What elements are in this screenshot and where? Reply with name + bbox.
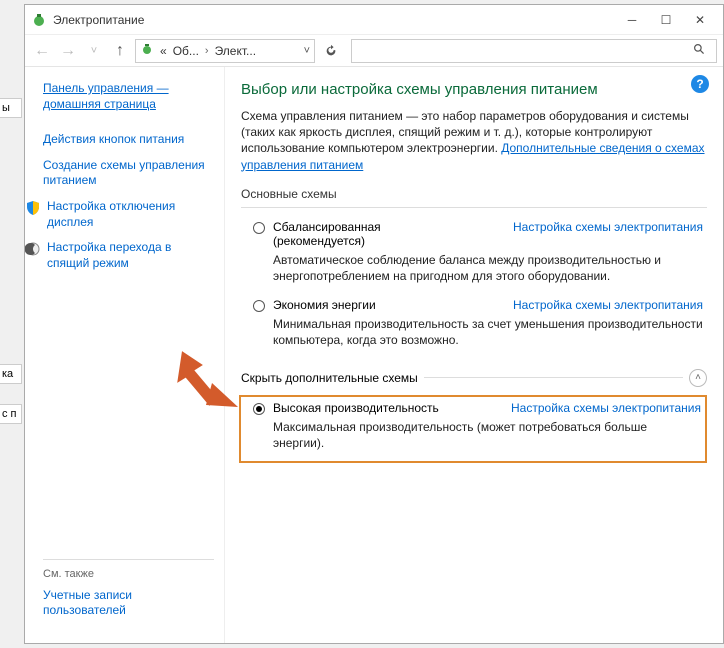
radio-powersaver[interactable] (253, 300, 265, 312)
maximize-button[interactable]: ☐ (649, 6, 683, 34)
shield-icon (25, 200, 41, 216)
configure-balanced-link[interactable]: Настройка схемы электропитания (513, 220, 703, 234)
recent-dropdown[interactable]: ˅ (83, 40, 105, 62)
sidebar-sleep-text: Настройка перехода в спящий режим (47, 240, 171, 271)
configure-powersaver-link[interactable]: Настройка схемы электропитания (513, 298, 703, 312)
sidebar-user-accounts-l1: Учетные записи (43, 588, 132, 602)
collapse-icon[interactable]: ˄ (689, 369, 707, 387)
sidebar-sleep-l1: Настройка перехода в (47, 240, 171, 254)
main-content: ? Выбор или настройка схемы управления п… (225, 67, 723, 643)
body: Панель управления — домашняя страница Де… (25, 67, 723, 643)
plan-powersaver-title: Экономия энергии (273, 298, 376, 312)
plan-powersaver-name[interactable]: Экономия энергии (273, 298, 503, 312)
titlebar: Электропитание ─ ☐ ✕ (25, 5, 723, 35)
section-additional-label: Скрыть дополнительные схемы (241, 371, 418, 385)
sidebar-button-actions[interactable]: Действия кнопок питания (43, 132, 214, 148)
bg-chip: ка (0, 364, 22, 384)
sidebar-sleep-l2: спящий режим (47, 256, 129, 270)
power-options-window: Электропитание ─ ☐ ✕ ← → ˅ ↑ « Об... › Э… (24, 4, 724, 644)
page-description: Схема управления питанием — это набор па… (241, 108, 707, 173)
chevron-right-icon: › (205, 45, 209, 57)
forward-button[interactable]: → (57, 40, 79, 62)
sidebar-create-plan-l2: питанием (43, 173, 97, 187)
page-title: Выбор или настройка схемы управления пит… (241, 81, 683, 98)
minimize-button[interactable]: ─ (615, 6, 649, 34)
divider (241, 207, 707, 208)
crumb-prefix: « (160, 44, 167, 58)
radio-highperf[interactable] (253, 403, 265, 415)
sidebar-display-off[interactable]: Настройка отключения дисплея (25, 199, 214, 230)
see-also-label: См. также (43, 568, 214, 580)
plan-balanced-name[interactable]: Сбалансированная (рекомендуется) (273, 220, 503, 248)
crumb-2[interactable]: Элект... (215, 44, 256, 58)
plan-balanced-title: Сбалансированная (273, 220, 381, 234)
refresh-button[interactable] (319, 39, 343, 63)
plan-powersaver-desc: Минимальная производительность за счет у… (273, 316, 703, 348)
plan-highperf-desc: Максимальная производительность (может п… (273, 419, 701, 451)
moon-icon (25, 241, 41, 257)
sidebar-create-plan[interactable]: Создание схемы управления питанием (43, 158, 214, 189)
breadcrumb-dropdown[interactable]: ˅ (304, 45, 310, 57)
sidebar-home-line1: Панель управления — (43, 81, 169, 95)
plan-balanced: Сбалансированная (рекомендуется) Настрой… (241, 216, 707, 294)
sidebar-user-accounts[interactable]: Учетные записи пользователей (43, 588, 214, 619)
window-title: Электропитание (53, 13, 615, 27)
plan-highperf-name[interactable]: Высокая производительность (273, 401, 501, 415)
breadcrumb-bar[interactable]: « Об... › Элект... ˅ (135, 39, 315, 63)
plan-powersaver: Экономия энергии Настройка схемы электро… (241, 294, 707, 358)
section-basic-plans: Основные схемы (241, 187, 707, 201)
sidebar-home-line2: домашняя страница (43, 97, 156, 111)
search-input[interactable] (356, 44, 681, 58)
section-additional-plans[interactable]: Скрыть дополнительные схемы ˄ (241, 369, 707, 387)
crumb-1[interactable]: Об... (173, 44, 199, 58)
sidebar-sleep[interactable]: Настройка перехода в спящий режим (25, 240, 214, 271)
sidebar-footer: См. также Учетные записи пользователей (43, 559, 214, 629)
radio-balanced[interactable] (253, 222, 265, 234)
highlighted-plan-box: Высокая производительность Настройка схе… (239, 395, 707, 463)
sidebar-display-off-l2: дисплея (47, 215, 93, 229)
divider (424, 377, 683, 378)
sidebar-home[interactable]: Панель управления — домашняя страница (43, 81, 214, 112)
search-icon (687, 43, 712, 59)
bg-chip: ы (0, 98, 22, 118)
plan-balanced-rec: (рекомендуется) (273, 234, 365, 248)
plan-balanced-desc: Автоматическое соблюдение баланса между … (273, 252, 703, 284)
divider (43, 559, 214, 560)
configure-highperf-link[interactable]: Настройка схемы электропитания (511, 401, 701, 415)
close-button[interactable]: ✕ (683, 6, 717, 34)
app-icon-small (140, 42, 154, 59)
plan-highperf-title: Высокая производительность (273, 401, 439, 415)
address-row: ← → ˅ ↑ « Об... › Элект... ˅ (25, 35, 723, 67)
back-button[interactable]: ← (31, 40, 53, 62)
sidebar-display-off-l1: Настройка отключения (47, 199, 175, 213)
sidebar-user-accounts-l2: пользователей (43, 603, 126, 617)
up-button[interactable]: ↑ (109, 40, 131, 62)
search-box[interactable] (351, 39, 717, 63)
app-icon (31, 12, 47, 28)
sidebar-create-plan-l1: Создание схемы управления (43, 158, 205, 172)
sidebar: Панель управления — домашняя страница Де… (25, 67, 225, 643)
bg-chip: с п (0, 404, 22, 424)
help-icon[interactable]: ? (691, 75, 709, 93)
sidebar-display-off-text: Настройка отключения дисплея (47, 199, 175, 230)
